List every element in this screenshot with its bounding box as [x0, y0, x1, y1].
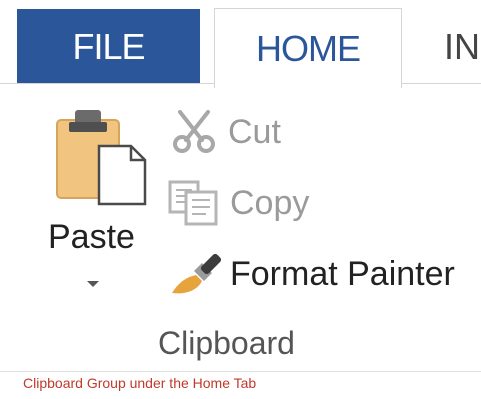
- tab-divider: [0, 83, 214, 84]
- ribbon: FILE HOME IN Paste Cut Copy Format Paint…: [0, 0, 481, 372]
- tab-insert[interactable]: IN: [444, 9, 481, 84]
- copy-label: Copy: [230, 183, 310, 222]
- tab-file[interactable]: FILE: [17, 9, 200, 84]
- clipboard-paste-icon: [56, 110, 147, 206]
- copy-icon: [168, 180, 218, 226]
- caption: Clipboard Group under the Home Tab: [23, 375, 257, 391]
- cut-button[interactable]: Cut: [170, 110, 281, 154]
- copy-button[interactable]: Copy: [168, 180, 309, 226]
- tab-home[interactable]: HOME: [214, 8, 402, 88]
- paste-label: Paste: [48, 218, 135, 256]
- format-painter-label: Format Painter: [230, 254, 455, 293]
- paintbrush-icon: [172, 253, 222, 294]
- chevron-down-icon[interactable]: [86, 280, 100, 288]
- scissors-icon: [173, 110, 215, 153]
- divider: [0, 371, 481, 372]
- format-painter-button[interactable]: Format Painter: [168, 249, 455, 299]
- clipboard-group-label: Clipboard: [158, 325, 295, 361]
- cut-label: Cut: [228, 112, 281, 151]
